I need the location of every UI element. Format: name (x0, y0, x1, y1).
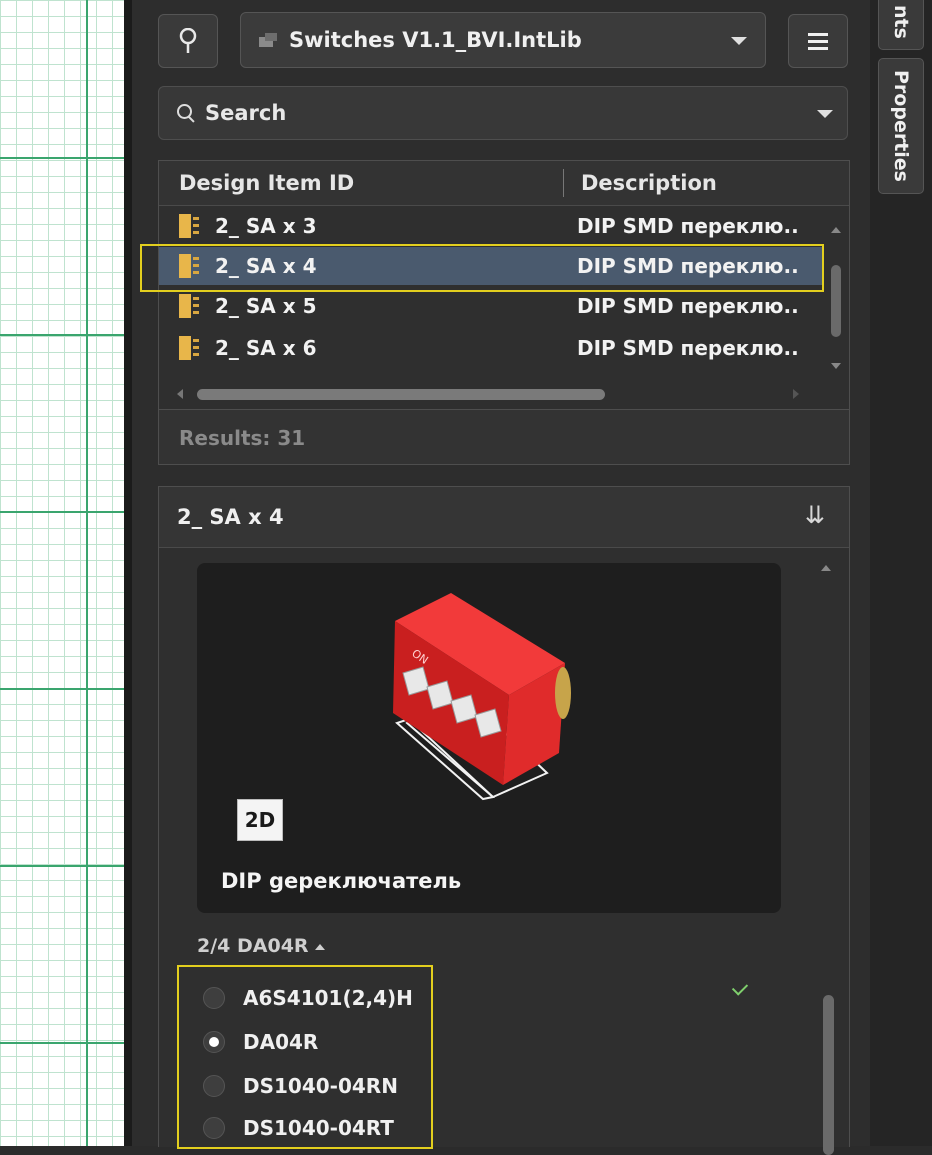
component-caption: DIP gереключатель (221, 869, 462, 893)
hamburger-menu-icon (808, 32, 828, 36)
component-icon (175, 294, 201, 318)
description: DIP SMD переклю.. (577, 214, 799, 238)
table-header: Design Item ID Description (159, 161, 849, 206)
column-header-design-item-id[interactable]: Design Item ID (179, 171, 354, 195)
detail-scroll-up-arrow-icon[interactable] (821, 565, 831, 571)
component-3d-preview[interactable]: ON 2D DIP gереключатель (197, 563, 781, 913)
search-placeholder: Search (205, 101, 287, 125)
table-row[interactable]: 2_ SA x 6 DIP SMD переклю.. (159, 329, 823, 367)
chevron-down-icon (731, 37, 747, 45)
checkmark-icon (731, 979, 749, 996)
radio-button[interactable] (203, 987, 225, 1009)
variant-selector[interactable]: 2/4 DA04R (197, 935, 325, 957)
components-panel: Switches V1.1_BVI.IntLib Search Design I… (132, 0, 870, 1155)
variant-option[interactable]: DS1040-04RT (203, 1113, 394, 1143)
library-icon (259, 33, 279, 47)
variant-name: DA04R (243, 1030, 319, 1054)
selection-highlight (140, 244, 824, 292)
panel-divider (124, 0, 132, 1146)
scroll-up-arrow-icon[interactable] (831, 227, 841, 233)
scroll-left-arrow-icon[interactable] (177, 389, 183, 399)
radio-button[interactable] (203, 1075, 225, 1097)
detail-title: 2_ SA x 4 (177, 505, 284, 529)
library-dropdown[interactable]: Switches V1.1_BVI.IntLib (240, 12, 766, 68)
search-options-chevron-icon[interactable] (817, 110, 833, 118)
library-name: Switches V1.1_BVI.IntLib (289, 28, 582, 52)
column-separator[interactable] (563, 169, 564, 197)
hamburger-line (808, 39, 828, 43)
component-detail: 2_ SA x 4 ⇊ ON 2D DIP gереключатель 2/4 … (158, 486, 850, 1155)
horizontal-scrollbar[interactable] (197, 389, 605, 400)
schematic-grid[interactable] (0, 0, 130, 1146)
description: DIP SMD переклю.. (577, 336, 799, 360)
panel-menu-button[interactable] (788, 14, 848, 68)
scroll-down-arrow-icon[interactable] (831, 363, 841, 369)
variant-name: DS1040-04RN (243, 1074, 398, 1098)
component-icon (175, 336, 201, 360)
search-icon (177, 104, 195, 122)
hamburger-line (808, 46, 828, 50)
variant-name: DS1040-04RT (243, 1116, 394, 1140)
column-header-description[interactable]: Description (581, 171, 717, 195)
table-row[interactable]: 2_ SA x 5 DIP SMD переклю.. (159, 287, 823, 325)
design-item-id: 2_ SA x 5 (215, 294, 317, 318)
vertical-scrollbar[interactable] (831, 265, 841, 337)
design-item-id: 2_ SA x 3 (215, 214, 317, 238)
scroll-right-arrow-icon[interactable] (793, 389, 799, 399)
chevron-up-icon (314, 943, 325, 950)
variant-option-selected[interactable]: DA04R (203, 1027, 318, 1057)
description: DIP SMD переклю.. (577, 294, 799, 318)
search-input[interactable]: Search (158, 86, 848, 140)
tab-components[interactable]: nts (878, 0, 924, 50)
variant-option[interactable]: A6S4101(2,4)H (203, 983, 413, 1013)
component-icon (175, 214, 201, 238)
results-label: Results: 31 (179, 426, 306, 450)
detail-vertical-scrollbar[interactable] (823, 995, 834, 1155)
filter-icon (179, 28, 197, 53)
radio-button[interactable] (203, 1117, 225, 1139)
tab-components-label: nts (890, 5, 912, 39)
variant-name: A6S4101(2,4)H (243, 986, 413, 1010)
tab-properties[interactable]: Properties (878, 58, 924, 194)
variant-option[interactable]: DS1040-04RN (203, 1071, 398, 1101)
detail-header[interactable]: 2_ SA x 4 ⇊ (159, 487, 849, 548)
results-count: Results: 31 (158, 410, 850, 465)
dip-switch-3d-model: ON (393, 593, 571, 801)
filter-button[interactable] (158, 14, 218, 68)
design-item-id: 2_ SA x 6 (215, 336, 317, 360)
tab-properties-label: Properties (890, 70, 912, 182)
variant-selector-label: 2/4 DA04R (197, 935, 309, 957)
radio-button-checked[interactable] (203, 1031, 225, 1053)
table-row[interactable]: 2_ SA x 3 DIP SMD переклю.. (159, 207, 823, 245)
view-2d-button[interactable]: 2D (237, 799, 283, 841)
collapse-chevrons-icon[interactable]: ⇊ (805, 501, 825, 529)
